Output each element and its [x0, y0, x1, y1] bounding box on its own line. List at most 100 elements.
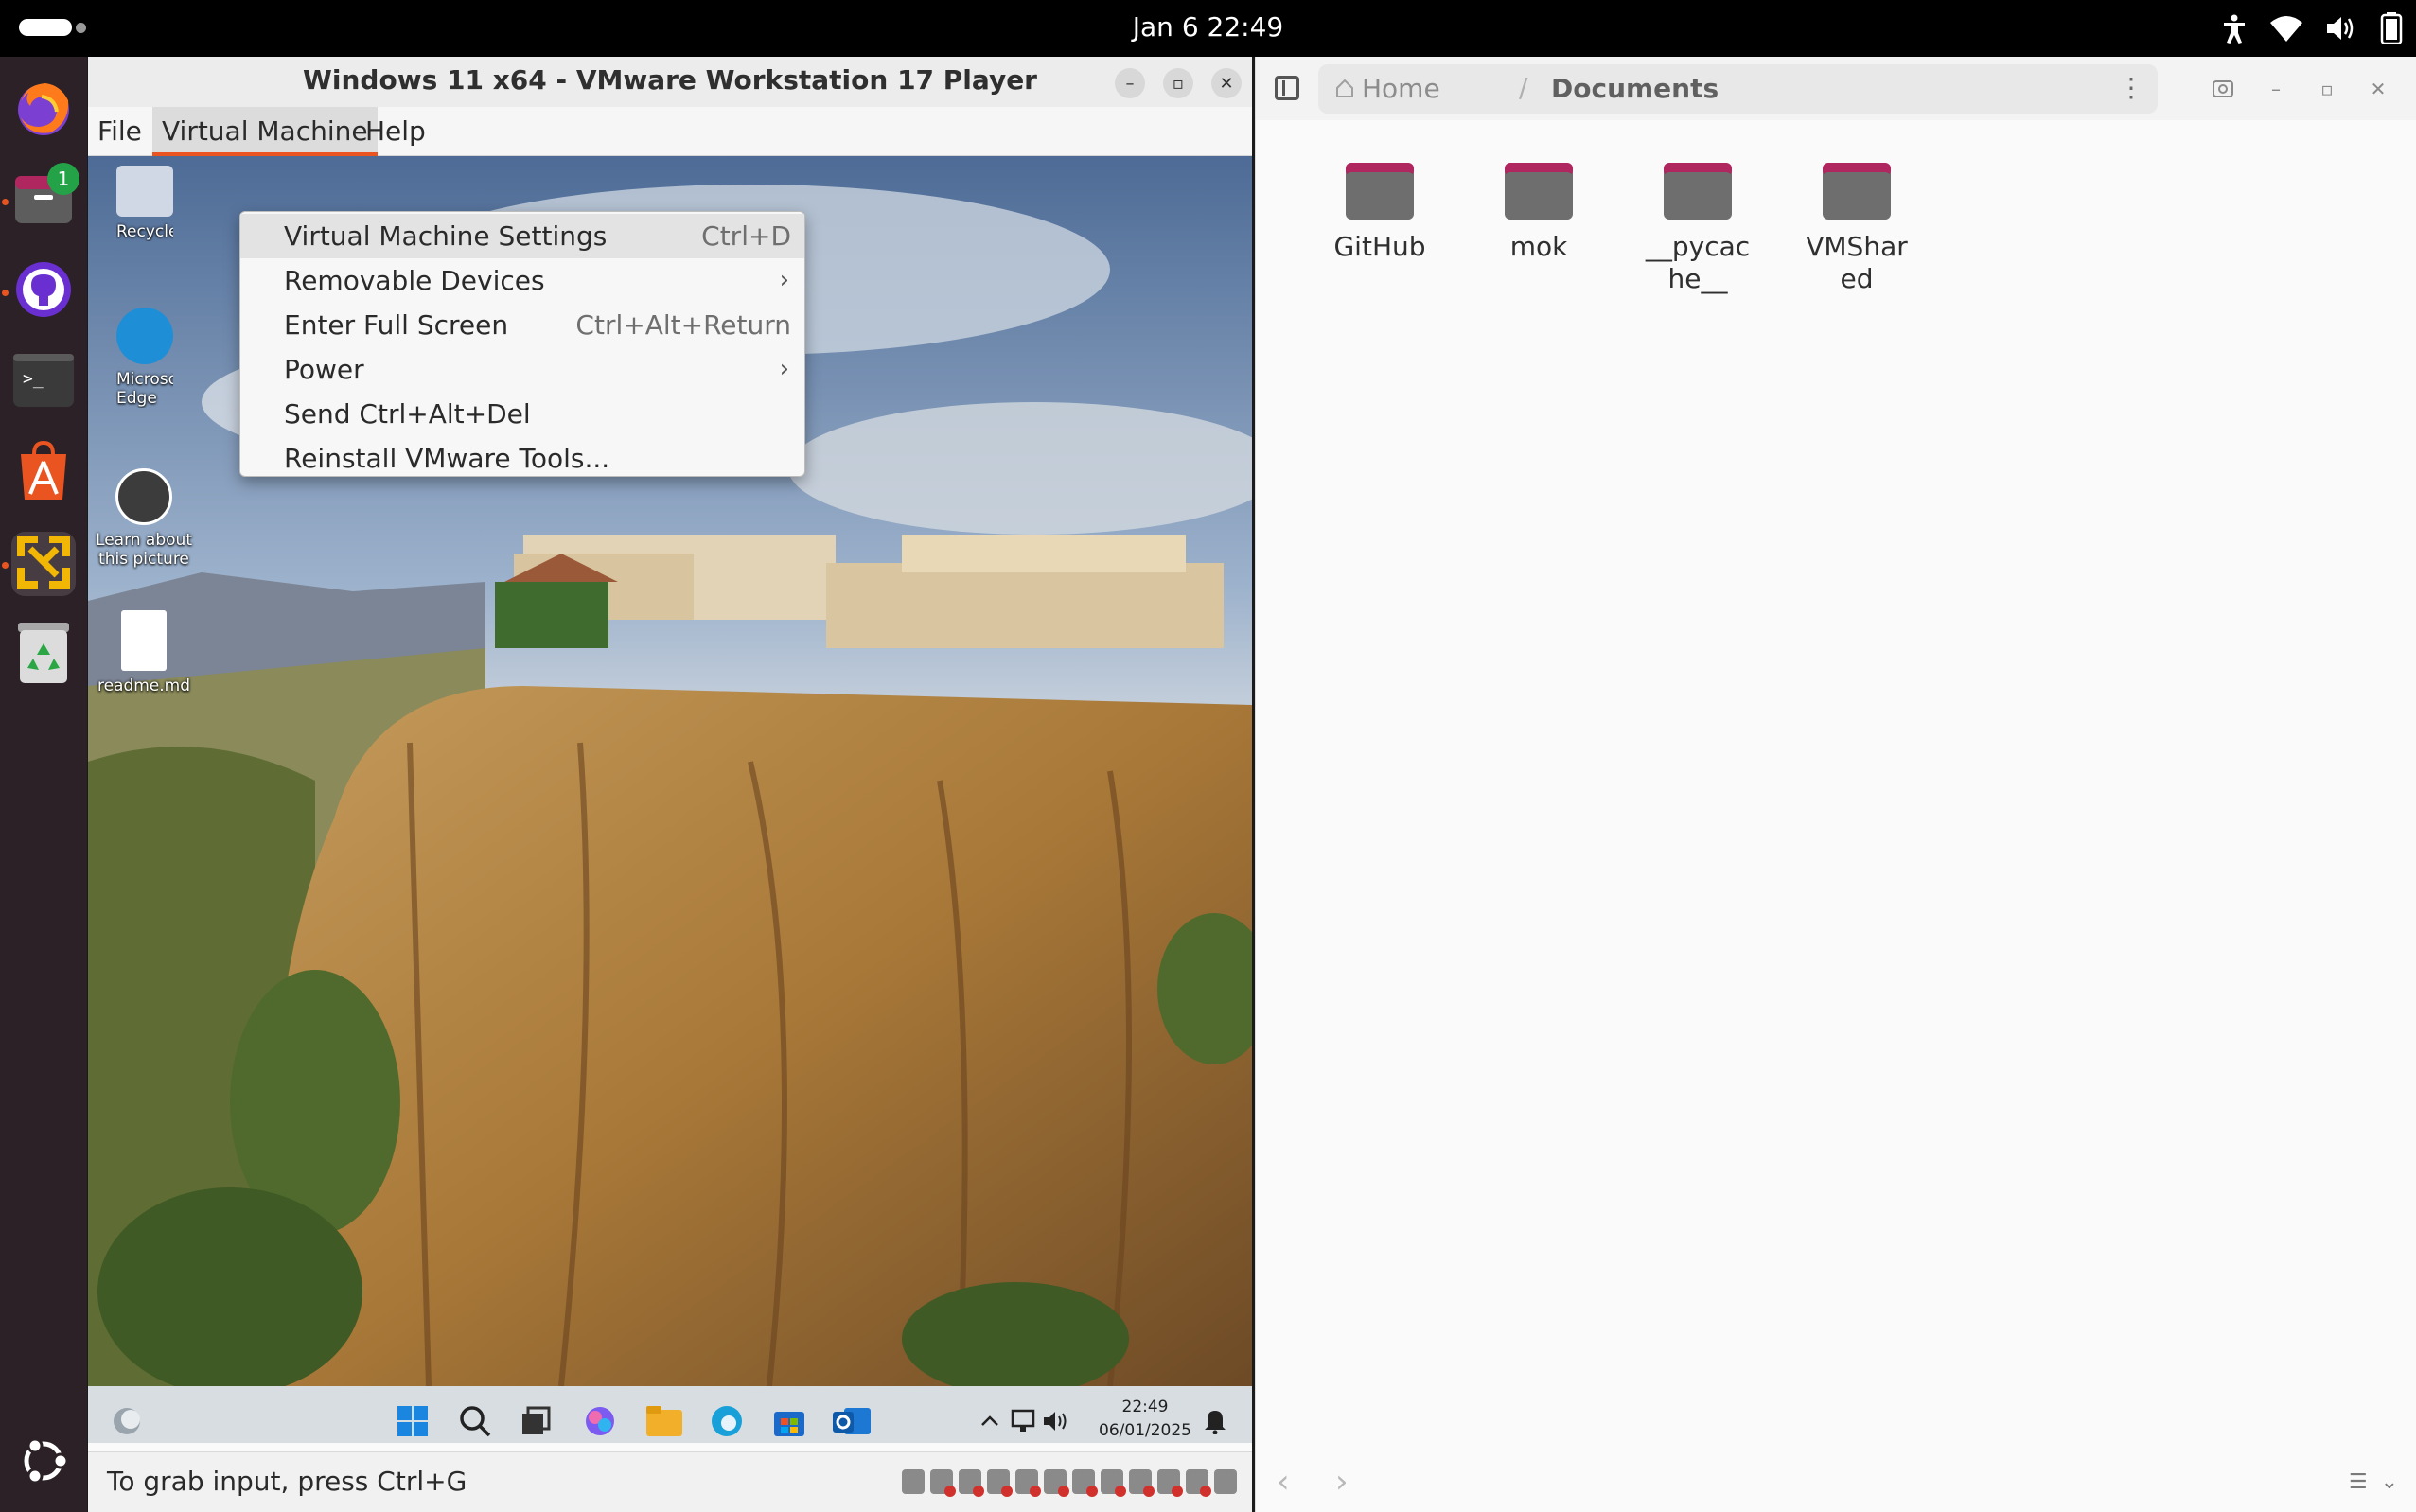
system-tray[interactable]	[2221, 11, 2403, 45]
file-explorer-icon[interactable]	[643, 1399, 686, 1443]
copilot-icon[interactable]	[578, 1399, 622, 1443]
desktop-icon-learn-about-picture[interactable]: Learn about this picture	[88, 468, 201, 569]
menu-help[interactable]: Help	[356, 107, 435, 156]
files-footer: ‹ › ☰ ⌄	[1256, 1455, 2416, 1512]
windows-taskbar: 22:49 06/01/2025	[88, 1386, 1252, 1443]
usb-icon[interactable]	[1101, 1469, 1126, 1497]
folder-icon	[1346, 163, 1414, 220]
folder-icon	[1664, 163, 1732, 220]
weather-icon[interactable]	[105, 1399, 149, 1443]
usb-icon[interactable]	[1044, 1469, 1069, 1497]
back-icon[interactable]: ‹	[1277, 1463, 1290, 1501]
network-adapter-icon[interactable]	[987, 1469, 1013, 1497]
window-titlebar[interactable]: Windows 11 x64 - VMware Workstation 17 P…	[88, 57, 1252, 107]
menu-bar: File Virtual Machine Help	[88, 107, 1252, 156]
menu-item-vm-settings[interactable]: Virtual Machine Settings Ctrl+D	[240, 214, 804, 258]
dock-show-apps[interactable]	[11, 1431, 76, 1495]
minimize-button[interactable]: –	[1115, 68, 1145, 98]
usb-icon[interactable]	[1129, 1469, 1155, 1497]
menu-virtual-machine[interactable]: Virtual Machine	[152, 107, 378, 156]
taskbar-clock[interactable]: 22:49 06/01/2025	[1099, 1396, 1191, 1443]
files-notification-badge: 1	[47, 163, 79, 195]
window-title: Windows 11 x64 - VMware Workstation 17 P…	[303, 64, 1037, 96]
desktop-icon-recycle-bin[interactable]: Recycle	[88, 166, 173, 241]
usb-icon[interactable]	[1015, 1469, 1041, 1497]
usb-icon[interactable]	[1072, 1469, 1098, 1497]
maximize-button[interactable]: ▫	[1163, 68, 1193, 98]
forward-icon[interactable]: ›	[1335, 1463, 1349, 1501]
desktop-icon-readme[interactable]: readme.md	[88, 610, 201, 695]
dock-trash[interactable]	[11, 623, 76, 687]
desktop-icon-edge[interactable]: Microsoft Edge	[88, 308, 173, 408]
usb-icon[interactable]	[1186, 1469, 1211, 1497]
more-options-icon[interactable]: ⋮	[2118, 72, 2144, 103]
message-log-icon[interactable]	[1214, 1469, 1237, 1494]
menu-item-send-ctrl-alt-del[interactable]: Send Ctrl+Alt+Del	[240, 392, 804, 436]
menu-file[interactable]: File	[88, 107, 151, 156]
folder-github[interactable]: GitHub	[1309, 159, 1451, 263]
dock-app-center[interactable]	[11, 440, 76, 505]
battery-icon[interactable]	[2380, 12, 2403, 44]
folder-icon	[1823, 163, 1891, 220]
notification-bell-icon[interactable]	[1193, 1399, 1237, 1443]
hard-disk-icon[interactable]	[902, 1469, 925, 1494]
minimize-button[interactable]: –	[2265, 78, 2287, 100]
chevron-down-icon[interactable]: ⌄	[2381, 1470, 2398, 1494]
close-icon: ✕	[2370, 78, 2387, 100]
close-button[interactable]: ✕	[1211, 68, 1242, 98]
terminal-icon: >_	[13, 354, 74, 411]
dock-vmware-workstation[interactable]	[11, 532, 76, 596]
accessibility-icon[interactable]	[2221, 13, 2248, 44]
clock[interactable]: Jan 6 22:49	[0, 11, 2416, 43]
sound-card-icon[interactable]	[1157, 1469, 1183, 1497]
list-view-icon[interactable]: ☰	[2349, 1470, 2368, 1494]
folder-mok[interactable]: mok	[1468, 159, 1610, 263]
minimize-icon: –	[2271, 78, 2281, 100]
shortcut-label: Ctrl+D	[701, 220, 791, 252]
github-icon	[14, 260, 73, 323]
search-icon[interactable]	[2212, 78, 2234, 100]
floppy-icon[interactable]	[959, 1469, 984, 1497]
breadcrumb-documents[interactable]: Documents	[1551, 73, 1719, 104]
windows-start-icon[interactable]	[391, 1399, 434, 1443]
trash-icon	[16, 623, 71, 687]
task-view-icon[interactable]	[514, 1399, 557, 1443]
volume-icon[interactable]	[2325, 14, 2357, 43]
dock-github-desktop[interactable]	[11, 259, 76, 324]
dock-files[interactable]: 1	[11, 163, 79, 233]
vmware-icon	[13, 532, 74, 596]
folder-pycache[interactable]: __pycache__	[1627, 159, 1769, 295]
edge-icon	[116, 308, 173, 364]
vmware-window: Windows 11 x64 - VMware Workstation 17 P…	[88, 57, 1252, 1512]
close-icon: ✕	[1219, 73, 1234, 94]
dock-terminal[interactable]: >_	[11, 350, 76, 414]
maximize-button[interactable]: ▫	[2316, 78, 2338, 100]
speaker-icon[interactable]	[1034, 1399, 1078, 1443]
view-options[interactable]: ☰ ⌄	[2349, 1470, 2398, 1494]
menu-item-reinstall-vmware-tools[interactable]: Reinstall VMware Tools...	[240, 436, 804, 481]
cd-dvd-icon[interactable]	[930, 1469, 956, 1497]
menu-item-power[interactable]: Power ›	[240, 347, 804, 392]
taskbar-time: 22:49	[1121, 1398, 1169, 1416]
store-icon[interactable]	[767, 1399, 811, 1443]
search-icon[interactable]	[453, 1399, 497, 1443]
sidebar-toggle-icon[interactable]	[1275, 76, 1299, 100]
folder-vmshared[interactable]: VMShared	[1786, 159, 1928, 295]
path-bar[interactable]: Home / Documents ⋮	[1318, 64, 2158, 114]
menu-item-removable-devices[interactable]: Removable Devices ›	[240, 258, 804, 303]
close-button[interactable]: ✕	[2367, 78, 2390, 100]
vmware-status-bar: To grab input, press Ctrl+G	[88, 1451, 1252, 1512]
wifi-icon[interactable]	[2270, 15, 2302, 42]
dock-firefox[interactable]	[11, 78, 76, 142]
home-icon	[1335, 73, 1354, 104]
maximize-icon: ▫	[2320, 78, 2334, 100]
chevron-right-icon: ›	[779, 266, 789, 294]
firefox-icon	[13, 78, 74, 142]
virtual-machine-menu: Virtual Machine Settings Ctrl+D Removabl…	[239, 211, 805, 477]
breadcrumb-home[interactable]: Home	[1335, 73, 1440, 104]
menu-item-full-screen[interactable]: Enter Full Screen Ctrl+Alt+Return	[240, 303, 804, 347]
edge-icon[interactable]	[705, 1399, 749, 1443]
outlook-icon[interactable]	[830, 1399, 873, 1443]
camera-icon	[115, 468, 172, 525]
ubuntu-icon	[17, 1434, 70, 1491]
